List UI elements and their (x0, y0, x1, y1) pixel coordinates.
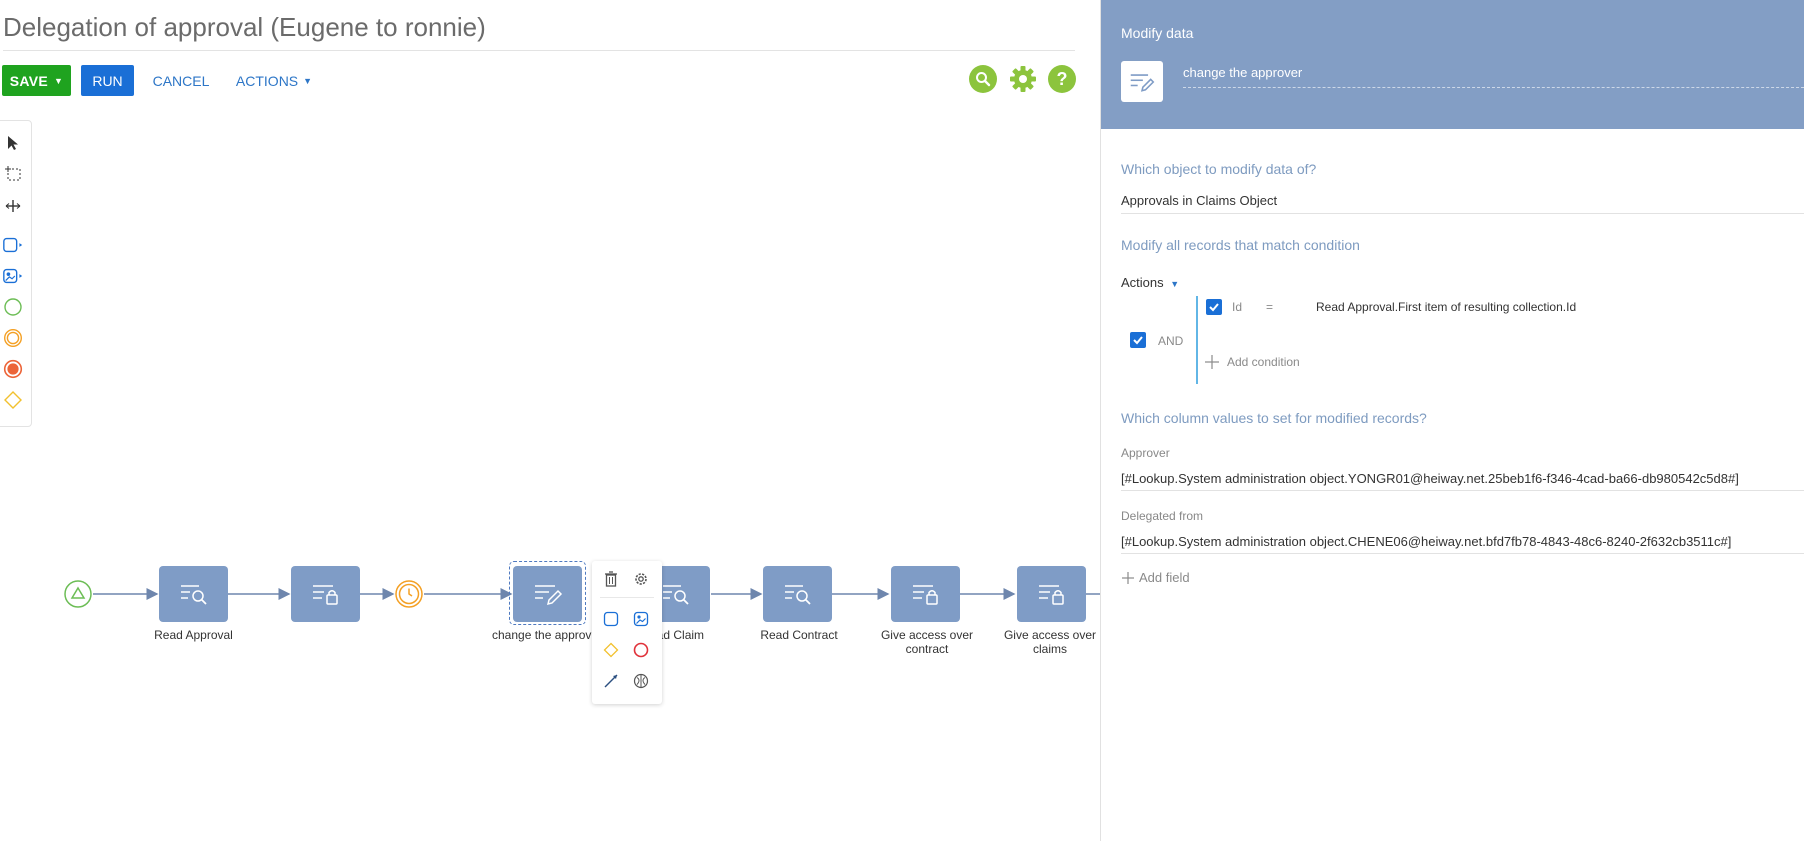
modify-data-icon (534, 585, 562, 606)
field-label-approver: Approver (1121, 446, 1170, 460)
group-operator-and[interactable]: AND (1158, 334, 1183, 348)
gateway-icon[interactable] (600, 639, 622, 661)
end-event-icon[interactable] (630, 639, 652, 661)
context-menu-divider (600, 597, 654, 598)
task-element-icon[interactable] (600, 608, 622, 630)
connector-arrow-icon[interactable] (600, 670, 622, 692)
user-task-element-icon[interactable] (630, 608, 652, 630)
caret-down-icon: ▼ (1170, 279, 1180, 289)
condition-actions-menu[interactable]: Actions ▼ (1121, 275, 1179, 290)
node-label: Read Contract (760, 628, 838, 642)
node-label: Give access over contract (880, 628, 974, 656)
access-rights-icon (312, 585, 338, 605)
change-element-type-icon[interactable] (630, 670, 652, 692)
access-rights-icon (1038, 585, 1064, 605)
delete-trash-icon[interactable] (600, 568, 622, 590)
panel-title: Modify data (1121, 25, 1194, 41)
process-node-access-rights[interactable] (291, 566, 360, 622)
add-field-button[interactable]: Add field (1121, 570, 1190, 585)
element-name-underline (1183, 87, 1804, 88)
element-context-menu (592, 561, 662, 704)
field-label-delegated-from: Delegated from (1121, 509, 1204, 523)
object-lookup-field[interactable]: Approvals in Claims Object (1121, 193, 1277, 208)
start-event-node[interactable] (64, 580, 92, 608)
field-underline (1121, 213, 1804, 214)
group-checkbox[interactable] (1130, 332, 1146, 348)
modify-data-icon (1121, 61, 1163, 102)
field-underline (1121, 553, 1804, 554)
process-node-change-the-approver[interactable] (513, 566, 582, 622)
element-name-field[interactable]: change the approver (1183, 65, 1302, 80)
add-field-label: Add field (1139, 570, 1190, 585)
settings-gear-icon[interactable] (630, 568, 652, 590)
condition-actions-label: Actions (1121, 275, 1164, 290)
condition-checkbox[interactable] (1206, 299, 1222, 315)
condition-value[interactable]: Read Approval.First item of resulting co… (1316, 300, 1576, 314)
object-section-heading: Which object to modify data of? (1121, 161, 1317, 177)
process-node-give-access-over-claims[interactable] (1017, 566, 1086, 622)
access-rights-icon (912, 585, 938, 605)
read-data-icon (180, 585, 207, 605)
process-node-read-contract[interactable] (763, 566, 832, 622)
timer-event-node[interactable] (395, 580, 423, 608)
process-node-read-approval[interactable] (159, 566, 228, 622)
condition-column[interactable]: Id (1232, 300, 1242, 314)
condition-section-heading: Modify all records that match condition (1121, 237, 1360, 253)
columns-section-heading: Which column values to set for modified … (1121, 410, 1427, 426)
node-label: Give access over claims (1003, 628, 1097, 656)
add-condition-button[interactable]: Add condition (1204, 354, 1300, 370)
read-data-icon (784, 585, 811, 605)
condition-operator[interactable]: = (1266, 300, 1273, 314)
condition-group-bracket (1196, 296, 1198, 384)
field-underline (1121, 490, 1804, 491)
approver-value-field[interactable]: [#Lookup.System administration object.YO… (1121, 471, 1739, 486)
delegated-from-value-field[interactable]: [#Lookup.System administration object.CH… (1121, 534, 1731, 549)
node-label: change the approv (492, 628, 592, 642)
plus-icon (1205, 355, 1219, 369)
process-node-give-access-over-contract[interactable] (891, 566, 960, 622)
add-condition-label: Add condition (1227, 355, 1300, 369)
node-label: Read Approval (154, 628, 233, 642)
plus-icon (1122, 571, 1134, 584)
read-data-icon (662, 585, 689, 605)
